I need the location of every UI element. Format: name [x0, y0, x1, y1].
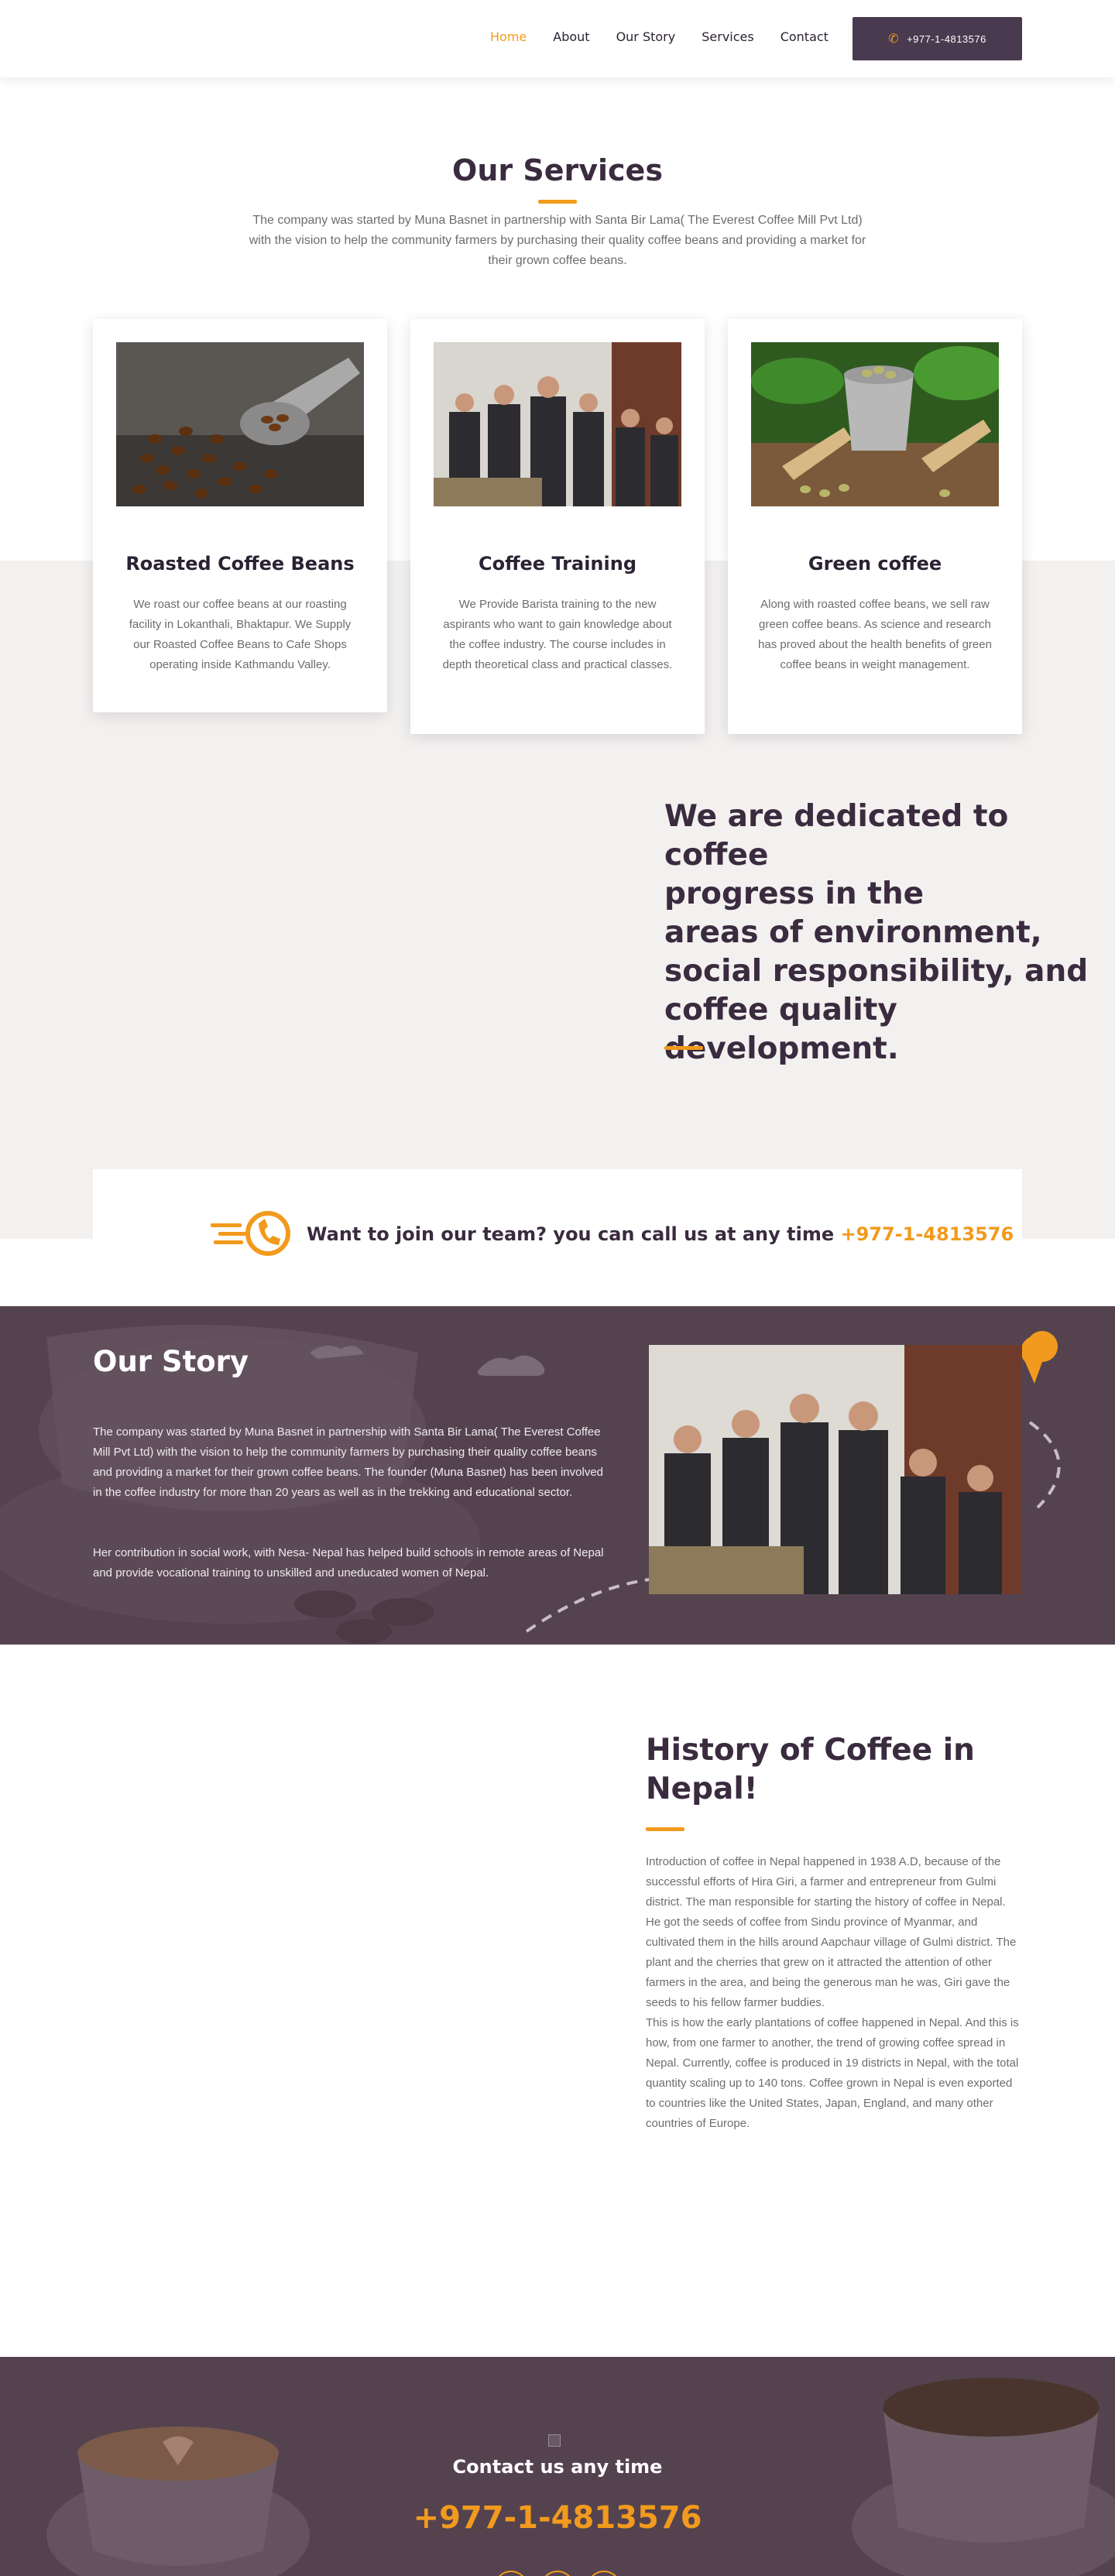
nav-menu: Home About Our Story Services Contact	[490, 29, 855, 44]
roasted-beans-image	[116, 342, 364, 506]
services-title-underline	[538, 200, 577, 204]
service-card-text: Along with roasted coffee beans, we sell…	[758, 598, 992, 671]
service-card-green: Green coffee Along with roasted coffee b…	[728, 319, 1022, 734]
fast-phone-icon	[211, 1208, 293, 1263]
history-underline	[646, 1827, 684, 1831]
call-button[interactable]: ✆ +977-1-4813576	[853, 17, 1022, 60]
story-photo	[649, 1345, 1022, 1594]
services-intro: The company was started by Muna Basnet i…	[249, 214, 866, 267]
call-button-label: +977-1-4813576	[907, 33, 986, 45]
service-card-title: Roasted Coffee Beans	[125, 553, 355, 575]
coffee-training-image	[434, 342, 681, 506]
dedicated-line: areas of environment,	[664, 915, 1042, 950]
footer-logo-image	[548, 2434, 561, 2447]
footer-phone-link[interactable]: +977-1-4813576	[0, 2500, 1115, 2536]
join-phone-link[interactable]: +977-1-4813576	[840, 1223, 1014, 1245]
services-title: Our Services	[452, 153, 663, 187]
dedicated-line: We are dedicated to coffee	[664, 799, 1009, 873]
dedicated-line: progress in the	[664, 876, 925, 911]
join-team-text: Want to join our team? you can call us a…	[307, 1223, 1014, 1245]
service-card-roasted: Roasted Coffee Beans We roast our coffee…	[93, 319, 387, 712]
story-paragraph-2: Her contribution in social work, with Ne…	[93, 1546, 604, 1580]
our-story-section: Our Story The company was started by Mun…	[0, 1306, 1115, 1645]
footer: Contact us any time +977-1-4813576	[0, 2357, 1115, 2576]
phone-icon: ✆	[888, 33, 900, 46]
service-card-text: We Provide Barista training to the new a…	[442, 598, 673, 671]
nav-link-about[interactable]: About	[553, 29, 589, 44]
dedicated-line: social responsibility, and	[664, 954, 1089, 989]
nav-link-contact[interactable]: Contact	[780, 29, 829, 44]
join-team-label: Want to join our team? you can call us a…	[307, 1223, 841, 1245]
service-card-text: We roast our coffee beans at our roastin…	[129, 598, 352, 671]
history-paragraph-1: Introduction of coffee in Nepal happened…	[646, 1855, 1017, 2009]
nav-link-services[interactable]: Services	[702, 29, 753, 44]
dedicated-heading: We are dedicated to coffee progress in t…	[664, 797, 1098, 1068]
green-coffee-image	[751, 342, 999, 506]
service-card-training: Coffee Training We Provide Barista train…	[410, 319, 705, 734]
service-card-title: Coffee Training	[478, 553, 637, 575]
nav-link-our-story[interactable]: Our Story	[616, 29, 676, 44]
history-title: History of Coffee in Nepal!	[646, 1733, 975, 1806]
story-paragraph-1: The company was started by Muna Basnet i…	[93, 1425, 604, 1499]
dedicated-line: coffee quality	[664, 993, 897, 1027]
dedicated-line: development.	[664, 1031, 899, 1066]
top-navbar: Home About Our Story Services Contact ✆ …	[0, 0, 1115, 77]
nav-link-home[interactable]: Home	[490, 29, 527, 44]
history-text: Introduction of coffee in Nepal happened…	[646, 1852, 1022, 2134]
footer-contact-heading: Contact us any time	[452, 2456, 663, 2478]
story-title: Our Story	[93, 1345, 249, 1378]
service-card-title: Green coffee	[808, 553, 942, 575]
dedicated-underline	[664, 1046, 703, 1050]
history-paragraph-2: This is how the early plantations of cof…	[646, 2016, 1019, 2130]
